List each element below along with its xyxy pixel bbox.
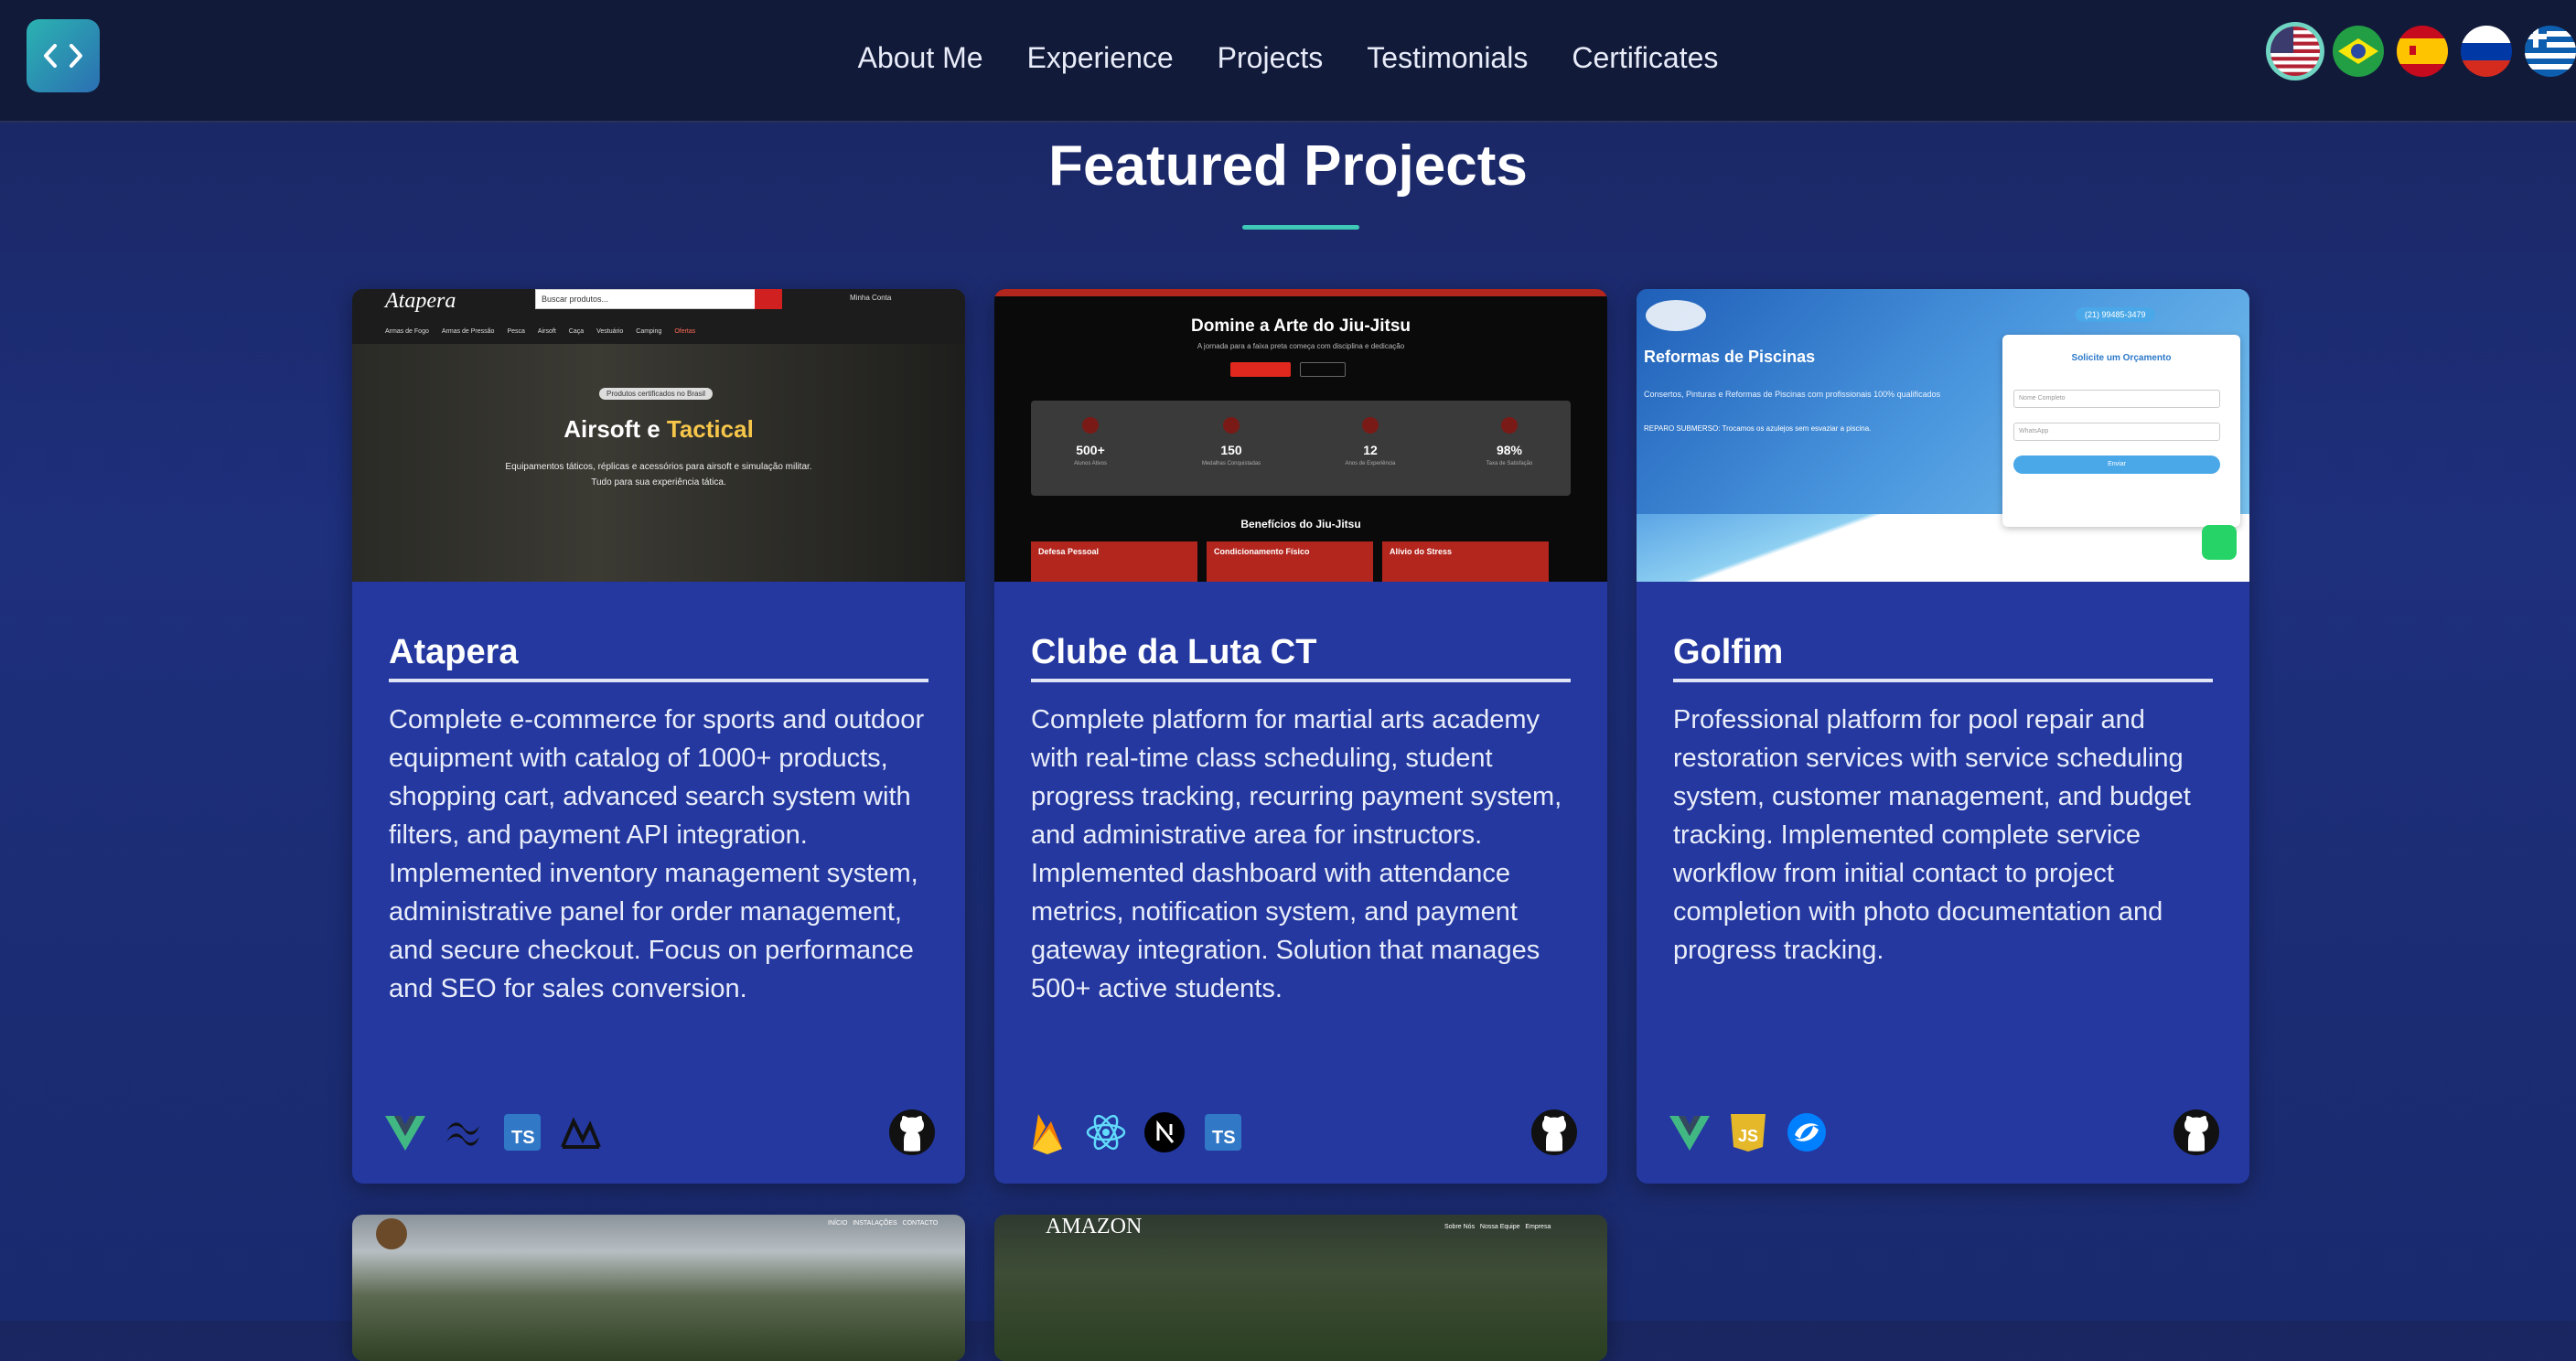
project-thumbnail: AMAZON Sobre Nós Nossa Equipe Empresa <box>994 1215 1607 1361</box>
thumb-benefit-card: Condicionamento Físico <box>1207 541 1373 582</box>
project-title: Clube da Luta CT <box>1031 633 1317 671</box>
typescript-icon: TS <box>500 1110 544 1154</box>
project-description: Professional platform for pool repair an… <box>1673 705 2191 965</box>
github-icon[interactable] <box>1530 1109 1578 1156</box>
react-icon <box>1084 1110 1128 1154</box>
thumb-sub: Consertos, Pinturas e Reformas de Piscin… <box>1644 390 1941 399</box>
project-description: Complete platform for martial arts acade… <box>1031 705 1562 1003</box>
typescript-icon: TS <box>1201 1110 1245 1154</box>
project-title: Atapera <box>389 633 519 671</box>
thumb-benefit-card: Alívio do Stress <box>1382 541 1549 582</box>
title-underline <box>1242 225 1359 230</box>
project-card-partial[interactable]: INÍCIO INSTALAÇÕES CONTACTO <box>352 1215 965 1361</box>
main-nav: About Me Experience Projects Testimonial… <box>0 0 2576 115</box>
github-icon[interactable] <box>888 1109 936 1156</box>
vue-icon <box>1668 1110 1712 1154</box>
title-rule <box>389 679 928 682</box>
thumb-heading: Domine a Arte do Jiu-Jitsu <box>1191 316 1411 336</box>
tech-stack: TS <box>383 1110 603 1154</box>
svg-text:JS: JS <box>1738 1127 1758 1145</box>
section-title: Featured Projects <box>1048 134 1528 198</box>
tech-stack: TS <box>1025 1110 1245 1154</box>
swiper-icon <box>1785 1110 1829 1154</box>
nextjs-icon <box>1143 1110 1186 1154</box>
thumb-quote-form: Solicite um Orçamento Nome Completo What… <box>2002 335 2240 527</box>
project-thumbnail: Domine a Arte do Jiu-Jitsu A jornada par… <box>994 289 1607 582</box>
nav-projects[interactable]: Projects <box>1218 41 1324 75</box>
us-flag-icon[interactable] <box>2270 27 2320 76</box>
title-rule <box>1031 679 1571 682</box>
nav-testimonials[interactable]: Testimonials <box>1367 41 1528 75</box>
project-thumbnail: INÍCIO INSTALAÇÕES CONTACTO <box>352 1215 965 1361</box>
language-switcher <box>2270 26 2576 77</box>
project-description: Complete e-commerce for sports and outdo… <box>389 705 925 1003</box>
project-thumbnail: Atapera Buscar produtos... Minha Conta A… <box>352 289 965 582</box>
nav-certificates[interactable]: Certificates <box>1572 41 1718 75</box>
thumb-search: Buscar produtos... <box>535 289 780 309</box>
thumb-nav: Sobre Nós Nossa Equipe Empresa <box>1444 1224 1551 1230</box>
project-thumbnail: (21) 99485-3479 Reformas de Piscinas Con… <box>1637 289 2249 582</box>
svg-text:TS: TS <box>511 1128 535 1148</box>
thumb-note: REPARO SUBMERSO: Trocamos os azulejos se… <box>1644 424 1872 433</box>
mui-icon <box>559 1110 603 1154</box>
thumb-badge: Produtos certificados no Brasil <box>599 388 714 400</box>
spain-flag-icon[interactable] <box>2397 26 2448 77</box>
thumb-benefit-card: Defesa Pessoal <box>1031 541 1197 582</box>
thumb-brand: AMAZON <box>1046 1215 1143 1238</box>
nav-experience[interactable]: Experience <box>1027 41 1174 75</box>
thumb-logo <box>1646 300 1706 331</box>
brazil-flag-icon[interactable] <box>2333 26 2384 77</box>
russia-flag-icon[interactable] <box>2461 26 2512 77</box>
site-header: About Me Experience Projects Testimonial… <box>0 0 2576 123</box>
whatsapp-icon <box>2202 525 2237 560</box>
vue-icon <box>383 1110 427 1154</box>
project-card-atapera[interactable]: Atapera Buscar produtos... Minha Conta A… <box>352 289 965 1184</box>
javascript-icon: JS <box>1726 1110 1770 1154</box>
project-card-partial[interactable]: AMAZON Sobre Nós Nossa Equipe Empresa <box>994 1215 1607 1361</box>
thumb-benefits: Benefícios do Jiu-Jitsu <box>1240 518 1361 530</box>
tech-stack: JS <box>1668 1110 1829 1154</box>
nav-about-me[interactable]: About Me <box>858 41 983 75</box>
firebase-icon <box>1025 1110 1069 1154</box>
thumb-nav: INÍCIO INSTALAÇÕES CONTACTO <box>828 1220 939 1227</box>
thumb-account: Minha Conta <box>850 294 892 302</box>
thumb-heading: Reformas de Piscinas <box>1644 348 1816 366</box>
thumb-phone: (21) 99485-3479 <box>2076 307 2155 322</box>
project-card-clube-da-luta[interactable]: Domine a Arte do Jiu-Jitsu A jornada par… <box>994 289 1607 1184</box>
thumb-stats: 500+ 150 12 98% Alunos Ativos Medalhas C… <box>1031 401 1571 496</box>
github-icon[interactable] <box>2173 1109 2220 1156</box>
thumb-brand: Atapera <box>385 289 456 313</box>
project-title: Golfim <box>1673 633 1784 671</box>
svg-text:TS: TS <box>1212 1128 1236 1148</box>
thumb-sub: A jornada para a faixa preta começa com … <box>1197 342 1405 350</box>
thumb-logo <box>376 1218 407 1249</box>
tailwind-icon <box>442 1110 486 1154</box>
thumb-hero: Airsoft e Tactical <box>564 415 754 443</box>
thumb-menu: Armas de Fogo Armas de Pressão Pesca Airso… <box>385 328 696 335</box>
project-card-golfim[interactable]: (21) 99485-3479 Reformas de Piscinas Con… <box>1637 289 2249 1184</box>
title-rule <box>1673 679 2213 682</box>
thumb-hero-sub: Equipamentos táticos, réplicas e acessór… <box>505 462 812 488</box>
greece-flag-icon[interactable] <box>2525 26 2576 77</box>
